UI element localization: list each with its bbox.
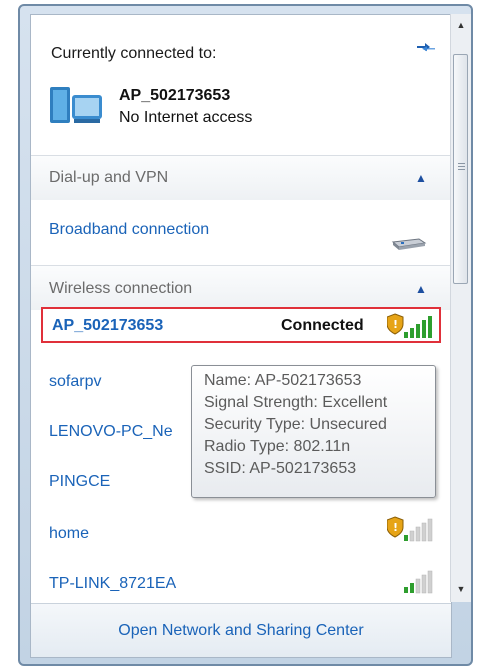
scroll-thumb[interactable]	[453, 54, 468, 284]
tooltip-signal-strength: Signal Strength: Excellent	[204, 394, 388, 411]
scroll-down-icon[interactable]: ▼	[453, 580, 469, 598]
tooltip-security-type: Security Type: Unsecured	[204, 416, 387, 433]
svg-text:!: !	[393, 318, 398, 331]
connected-network-name: AP_502173653	[119, 87, 231, 104]
selected-network-status: Connected	[281, 317, 364, 334]
signal-bars-icon	[404, 570, 433, 594]
open-network-sharing-center-link[interactable]: Open Network and Sharing Center	[31, 622, 451, 640]
network-item-lenovo[interactable]: LENOVO-PC_Ne	[49, 423, 173, 441]
dialup-vpn-title: Dial-up and VPN	[49, 169, 169, 186]
network-item-home[interactable]: home	[49, 525, 89, 543]
wireless-connection-title: Wireless connection	[49, 280, 193, 297]
selected-network-row[interactable]: AP_502173653 Connected !	[41, 307, 441, 343]
network-item-pingce[interactable]: PINGCE	[49, 473, 110, 491]
network-tooltip: Name: AP-502173653 Signal Strength: Exce…	[191, 365, 436, 498]
grip-line	[458, 163, 465, 164]
tooltip-name: Name: AP-502173653	[204, 372, 362, 389]
tooltip-ssid: SSID: AP-502173653	[204, 460, 357, 477]
footer: Open Network and Sharing Center	[31, 603, 451, 657]
broadband-modem-icon	[391, 238, 427, 250]
chevron-up-icon[interactable]: ▲	[415, 171, 427, 185]
chevron-up-icon[interactable]: ▲	[415, 282, 427, 296]
refresh-icon[interactable]	[415, 39, 437, 55]
signal-bars-icon: !	[387, 313, 432, 338]
connection-status-text: No Internet access	[119, 109, 253, 126]
svg-text:!: !	[393, 521, 398, 534]
dialup-vpn-header[interactable]: Dial-up and VPN ▲	[31, 156, 451, 200]
scroll-up-icon[interactable]: ▲	[453, 16, 469, 34]
grip-line	[458, 169, 465, 170]
network-item-sofarpv[interactable]: sofarpv	[49, 373, 101, 391]
network-item-tplink[interactable]: TP-LINK_8721EA	[49, 575, 176, 593]
wireless-connection-header[interactable]: Wireless connection ▲	[31, 266, 451, 310]
scrollbar[interactable]: ▲ ▼	[450, 14, 471, 602]
tooltip-radio-type: Radio Type: 802.11n	[204, 438, 351, 455]
network-flyout: Currently connected to: AP_502173653 No …	[30, 14, 452, 658]
shield-warning-icon: !	[387, 516, 433, 542]
selected-network-name: AP_502173653	[52, 317, 164, 334]
currently-connected-label: Currently connected to:	[51, 45, 217, 62]
grip-line	[458, 166, 465, 167]
access-point-icon	[50, 87, 102, 123]
broadband-connection-item[interactable]: Broadband connection	[49, 221, 209, 239]
